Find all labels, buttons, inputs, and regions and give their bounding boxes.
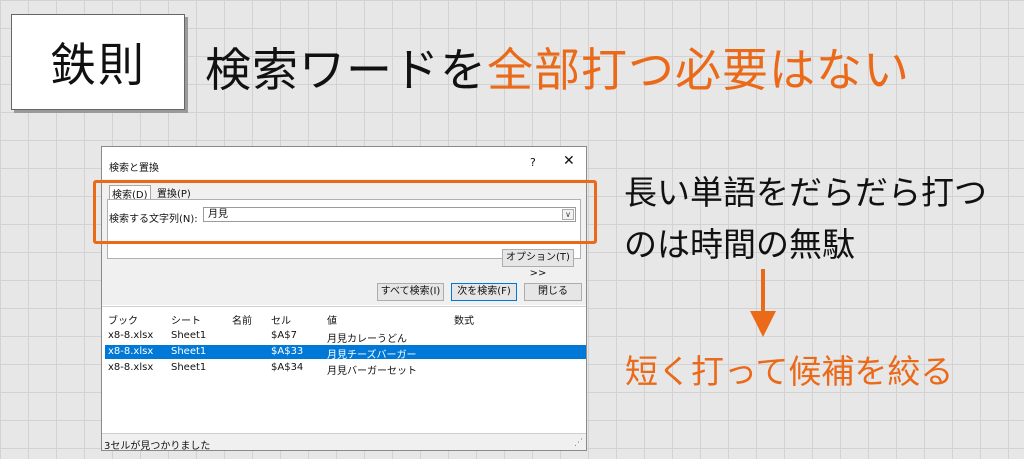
column-header-book[interactable]: ブック xyxy=(108,312,138,327)
cell-address: $A$34 xyxy=(271,362,304,373)
note-line-2: のは時間の無駄 xyxy=(624,225,855,264)
cell-value: 月見カレーうどん xyxy=(327,334,407,345)
result-row[interactable]: x8-8.xlsx Sheet1 $A$7 月見カレーうどん xyxy=(105,329,586,345)
column-header-value[interactable]: 値 xyxy=(327,312,337,327)
result-row[interactable]: x8-8.xlsx Sheet1 $A$34 月見バーガーセット xyxy=(105,361,586,377)
options-button[interactable]: オプション(T) >> xyxy=(502,249,574,279)
cell-value: 月見チーズバーガー xyxy=(327,350,417,361)
column-header-name[interactable]: 名前 xyxy=(232,312,252,327)
status-bar: 3セルが見つかりました ⋰ xyxy=(102,433,586,452)
close-button[interactable]: 閉じる xyxy=(524,283,582,301)
cell-sheet: Sheet1 xyxy=(171,362,207,373)
conclusion-text: 短く打って候補を絞る xyxy=(625,352,954,391)
rule-tag-box: 鉄則 xyxy=(11,14,185,110)
cell-value: 月見バーガーセット xyxy=(327,366,417,377)
column-header-sheet[interactable]: シート xyxy=(171,312,201,327)
headline-highlight: 全部打つ必要はない xyxy=(487,43,910,97)
headline-prefix: 検索ワードを xyxy=(205,43,487,97)
cell-book: x8-8.xlsx xyxy=(108,330,154,341)
note-line-1: 長い単語をだらだら打つ xyxy=(624,173,987,212)
close-icon[interactable]: ✕ xyxy=(563,153,575,169)
dialog-title: 検索と置換 xyxy=(109,163,159,174)
cell-address: $A$7 xyxy=(271,330,297,341)
cell-sheet: Sheet1 xyxy=(171,346,207,357)
headline: 検索ワードを全部打つ必要はない xyxy=(205,34,910,100)
result-row-selected[interactable]: x8-8.xlsx Sheet1 $A$33 月見チーズバーガー xyxy=(105,345,586,361)
find-next-button[interactable]: 次を検索(F) xyxy=(451,283,517,301)
results-list: ブック シート 名前 セル 値 数式 x8-8.xlsx Sheet1 $A$7… xyxy=(102,306,586,433)
find-all-button[interactable]: すべて検索(I) xyxy=(377,283,444,301)
cell-book: x8-8.xlsx xyxy=(108,346,154,357)
column-header-formula[interactable]: 数式 xyxy=(454,312,474,327)
cell-sheet: Sheet1 xyxy=(171,330,207,341)
help-button[interactable]: ? xyxy=(530,156,536,169)
cell-book: x8-8.xlsx xyxy=(108,362,154,373)
cell-address: $A$33 xyxy=(271,346,304,357)
status-text: 3セルが見つかりました xyxy=(104,441,211,452)
rule-tag-label: 鉄則 xyxy=(50,38,146,92)
down-arrow-icon xyxy=(750,269,776,337)
column-header-cell[interactable]: セル xyxy=(271,312,291,327)
highlight-frame xyxy=(93,180,597,244)
resize-grip-icon[interactable]: ⋰ xyxy=(574,438,583,448)
